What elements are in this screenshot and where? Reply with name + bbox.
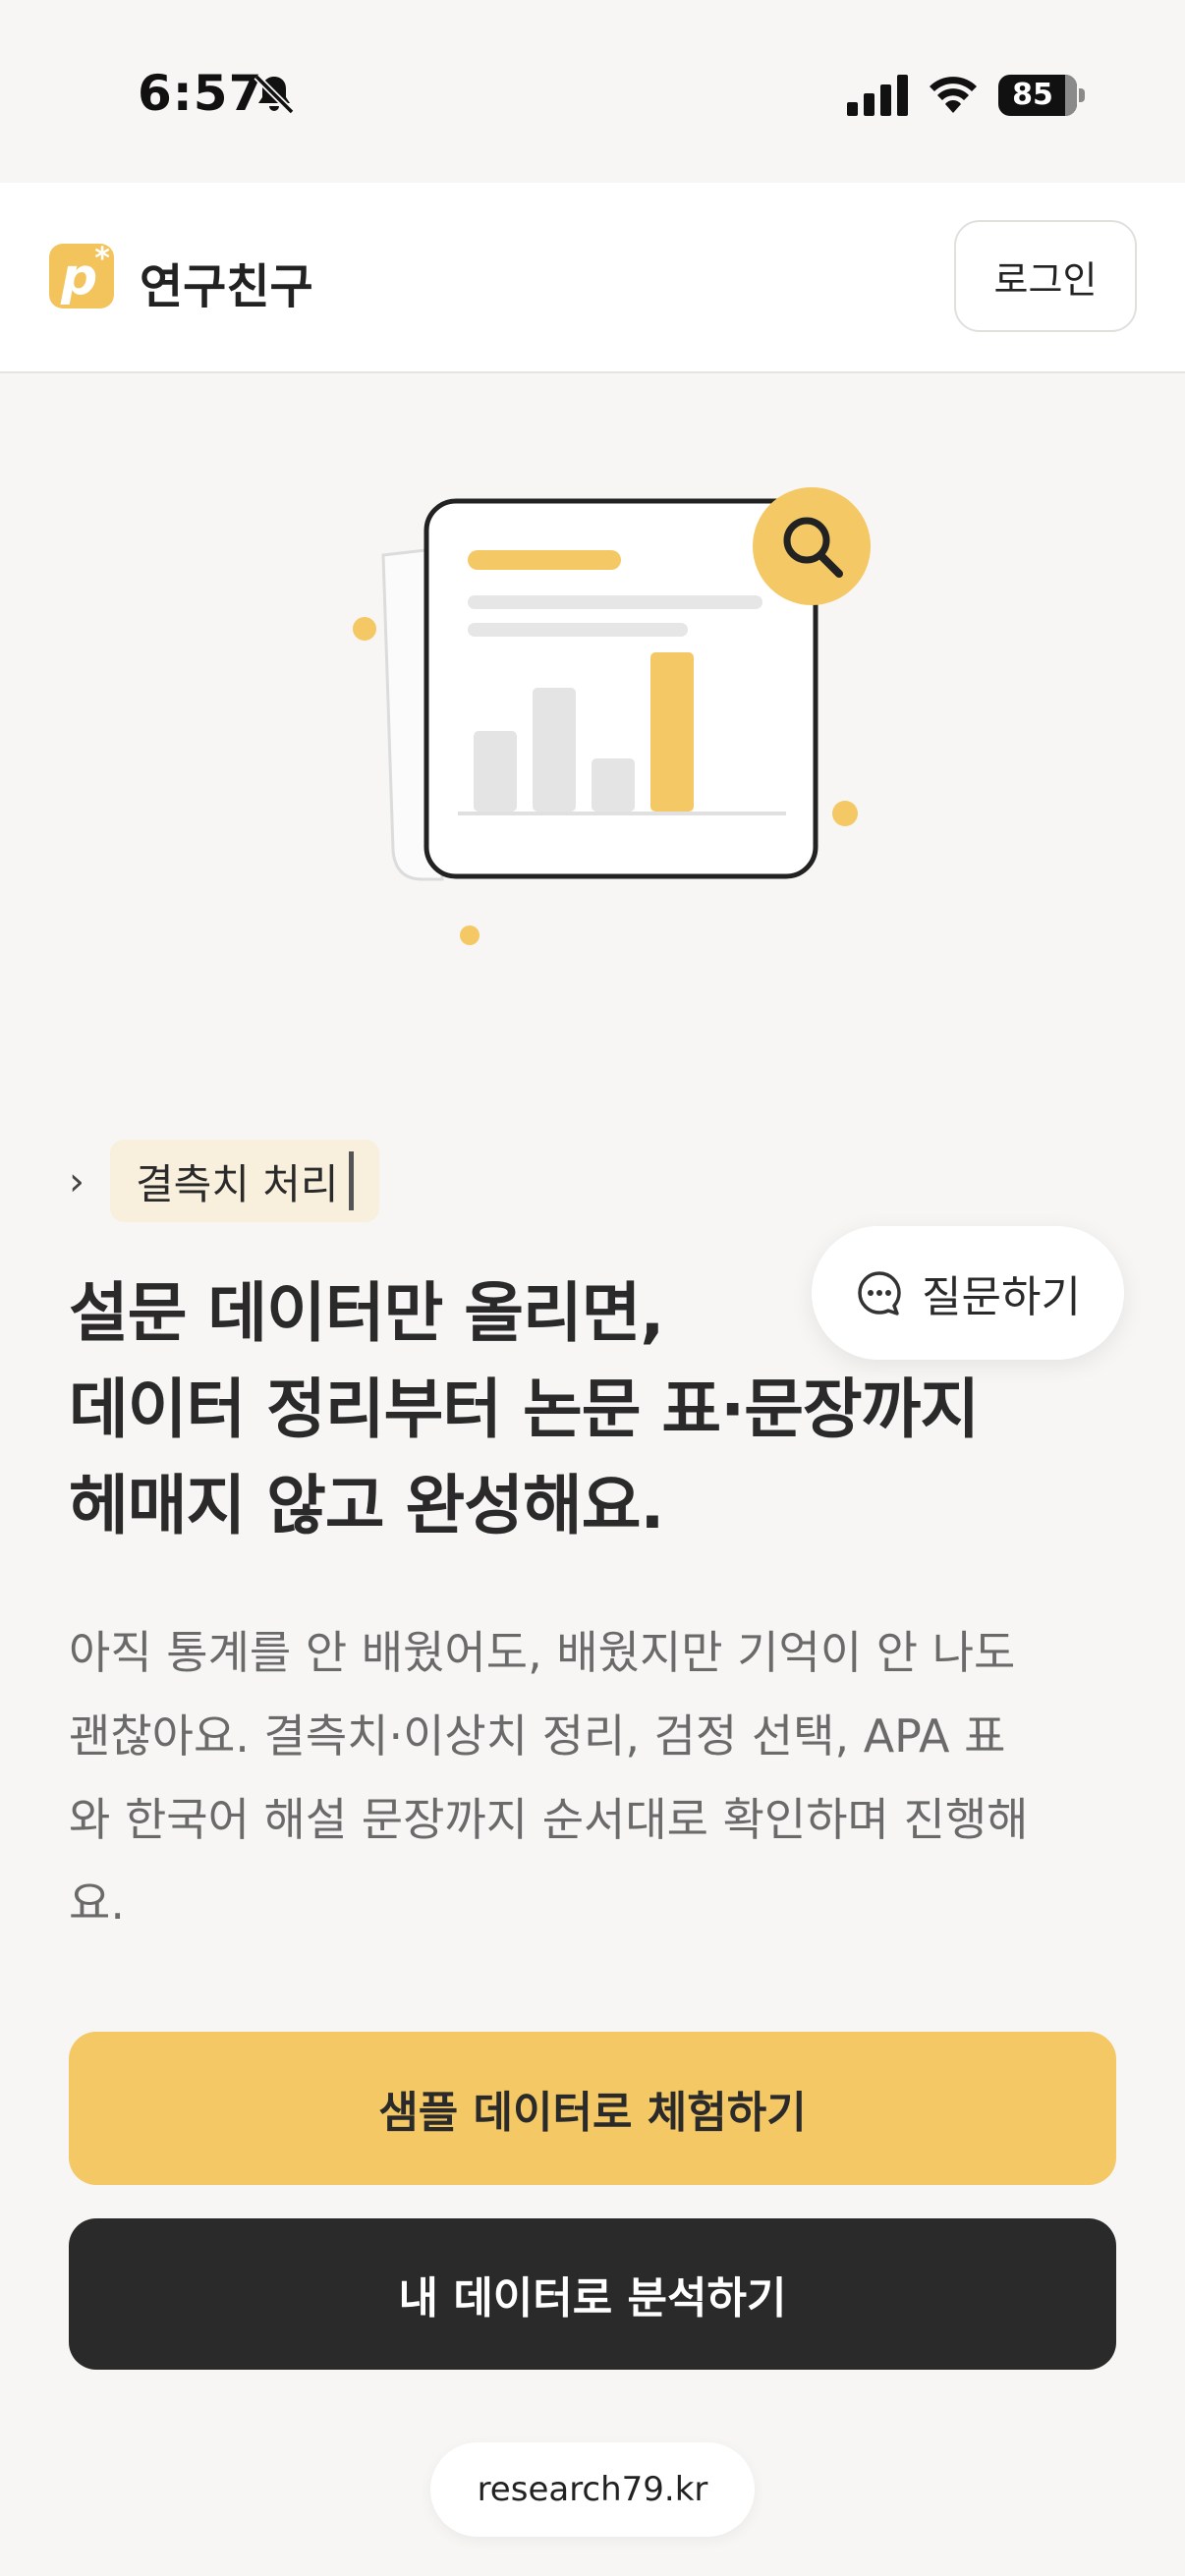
signal-icon bbox=[847, 75, 908, 116]
ask-question-button[interactable]: 질문하기 bbox=[812, 1226, 1124, 1360]
report-chart-illustration bbox=[353, 487, 871, 945]
ask-question-label: 질문하기 bbox=[922, 1272, 1081, 1322]
try-sample-data-button[interactable]: 샘플 데이터로 체험하기 bbox=[69, 2032, 1116, 2185]
status-time: 6:57 bbox=[138, 65, 264, 122]
logo-icon[interactable]: p * bbox=[49, 242, 114, 308]
typing-caret bbox=[348, 1151, 354, 1210]
page: 6:57 85 p * 연구친구 로그인 › 결측치 처리 설문 데이터만 올리… bbox=[0, 0, 1185, 2576]
status-bar: 6:57 85 bbox=[0, 0, 1185, 183]
description-line: 와 한국어 해설 문장까지 순서대로 확인하며 진행해 bbox=[69, 1793, 1029, 1846]
chevron-right-icon: › bbox=[69, 1159, 85, 1204]
wifi-icon bbox=[930, 77, 977, 113]
description-line: 요. bbox=[69, 1876, 125, 1930]
brand-name[interactable]: 연구친구 bbox=[140, 248, 313, 316]
description-line: 괜찮아요. 결측치·이상치 정리, 검정 선택, APA 표 bbox=[69, 1709, 1006, 1763]
bell-slash-icon bbox=[254, 74, 295, 115]
decor-dot bbox=[832, 801, 858, 826]
hero-description: 아직 통계를 안 배웠어도, 배웠지만 기억이 안 나도 괜찮아요. 결측치·이… bbox=[69, 1611, 1130, 1945]
analyze-my-data-button[interactable]: 내 데이터로 분석하기 bbox=[69, 2218, 1116, 2370]
headline-line: 헤매지 않고 완성해요. bbox=[69, 1468, 665, 1543]
login-button[interactable]: 로그인 bbox=[954, 220, 1137, 332]
chat-bubble-icon bbox=[858, 1271, 901, 1316]
logo-mark: * bbox=[94, 242, 110, 276]
feature-tag-text: 결측치 처리 bbox=[136, 1159, 339, 1208]
headline-line: 데이터 정리부터 논문 표·문장까지 bbox=[69, 1372, 980, 1447]
app-header: p * 연구친구 로그인 bbox=[0, 183, 1185, 373]
battery-level: 85 bbox=[1012, 78, 1053, 112]
decor-dot bbox=[353, 617, 376, 641]
logo-letter: p bbox=[61, 248, 98, 307]
battery-icon: 85 bbox=[998, 75, 1085, 116]
feature-tag: 결측치 처리 bbox=[110, 1140, 379, 1222]
decor-dot bbox=[460, 925, 480, 945]
description-line: 아직 통계를 안 배웠어도, 배웠지만 기억이 안 나도 bbox=[69, 1626, 1016, 1679]
url-bar[interactable]: research79.kr bbox=[430, 2442, 755, 2537]
